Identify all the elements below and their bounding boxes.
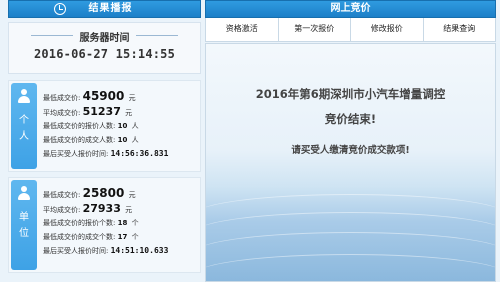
unit-tag: 单位 <box>11 180 37 270</box>
server-time-label: 服务器时间 <box>9 29 200 44</box>
unit-bidders-row: 最低成交价的报价个数: 18 个 <box>43 216 198 230</box>
currency-unit: 元 <box>128 191 136 199</box>
currency-unit: 元 <box>128 94 136 102</box>
announcement-title: 2016年第6期深圳市小汽车增量调控 <box>255 87 446 101</box>
person-icon <box>18 186 30 200</box>
personal-bidders-row: 最低成交价的报价人数: 10 人 <box>43 119 198 133</box>
tab-first-bid[interactable]: 第一次报价 <box>279 18 351 41</box>
count-unit: 人 <box>131 136 139 144</box>
tab-qualification-activation[interactable]: 资格激活 <box>206 18 279 41</box>
unit-lowest-price-row: 最低成交价: 25800 元 <box>43 184 198 202</box>
personal-avg-price-row: 平均成交价: 51237 元 <box>43 105 198 119</box>
personal-tag-text: 个人 <box>19 115 29 142</box>
currency-unit: 元 <box>125 206 133 214</box>
personal-tag-label: 个人 <box>11 113 37 145</box>
personal-deals-row: 最低成交价的成交人数: 10 人 <box>43 133 198 147</box>
count-unit: 个 <box>131 219 139 227</box>
bidders-value: 18 <box>117 219 128 227</box>
personal-lowest-price-row: 最低成交价: 45900 元 <box>43 87 198 105</box>
count-unit: 个 <box>131 233 139 241</box>
deals-label: 最低成交价的成交个数: <box>43 233 116 241</box>
deals-value: 10 <box>117 136 128 144</box>
person-icon <box>18 89 30 103</box>
result-broadcast-title: 结果播报 <box>88 3 133 14</box>
lowest-price-value: 25800 <box>82 186 125 200</box>
deals-value: 17 <box>117 233 128 241</box>
announcement-subtitle: 竞价结束! <box>324 112 377 126</box>
last-bid-time-label: 最后买受人报价时间: <box>43 247 109 255</box>
result-broadcast-header: 结果播报 <box>8 0 201 18</box>
server-time-value: 2016-06-27 15:14:55 <box>33 47 176 61</box>
bidding-tabs: 资格激活 第一次报价 修改报价 结果查询 <box>205 18 496 42</box>
result-broadcast-panel: 结果播报 服务器时间 2016-06-27 15:14:55 个人 最低成交价:… <box>8 0 201 282</box>
online-bidding-panel: 网上竞价 资格激活 第一次报价 修改报价 结果查询 2016年第6期深圳市小汽车… <box>205 0 496 282</box>
unit-avg-price-row: 平均成交价: 27933 元 <box>43 202 198 216</box>
personal-last-bid-row: 最后买受人报价时间: 14:56:36.831 <box>43 147 198 161</box>
online-bidding-header: 网上竞价 <box>205 0 496 18</box>
unit-results-block: 单位 最低成交价: 25800 元 平均成交价: 27933 元 最低成交价的报… <box>8 177 201 273</box>
clock-icon <box>54 3 66 15</box>
lowest-price-label: 最低成交价: <box>43 191 81 199</box>
count-unit: 人 <box>131 122 139 130</box>
tab-modify-bid[interactable]: 修改报价 <box>351 18 424 41</box>
bidders-label: 最低成交价的报价个数: <box>43 219 116 227</box>
unit-tag-label: 单位 <box>11 210 37 242</box>
personal-results-block: 个人 最低成交价: 45900 元 平均成交价: 51237 元 最低成交价的报… <box>8 80 201 172</box>
unit-last-bid-row: 最后买受人报价时间: 14:51:10.633 <box>43 244 198 258</box>
bidders-label: 最低成交价的报价人数: <box>43 122 116 130</box>
wave-decoration <box>206 254 495 281</box>
currency-unit: 元 <box>125 109 133 117</box>
last-bid-time-label: 最后买受人报价时间: <box>43 150 109 158</box>
personal-tag: 个人 <box>11 83 37 169</box>
announcement-area: 2016年第6期深圳市小汽车增量调控 竞价结束! 请买受人缴清竞价成交款项! <box>205 43 496 282</box>
avg-price-label: 平均成交价: <box>43 206 81 214</box>
unit-tag-text: 单位 <box>19 212 29 239</box>
tab-result-query[interactable]: 结果查询 <box>424 18 496 41</box>
announcement-note: 请买受人缴清竞价成交款项! <box>291 145 410 156</box>
lowest-price-value: 45900 <box>82 89 125 103</box>
last-bid-time-value: 14:56:36.831 <box>110 149 169 158</box>
lowest-price-label: 最低成交价: <box>43 94 81 102</box>
avg-price-label: 平均成交价: <box>43 109 81 117</box>
server-time-box: 服务器时间 2016-06-27 15:14:55 <box>8 22 201 74</box>
bidders-value: 10 <box>117 122 128 130</box>
avg-price-value: 51237 <box>82 105 121 118</box>
online-bidding-title: 网上竞价 <box>330 3 371 14</box>
deals-label: 最低成交价的成交人数: <box>43 136 116 144</box>
avg-price-value: 27933 <box>82 202 121 215</box>
last-bid-time-value: 14:51:10.633 <box>110 246 169 255</box>
unit-deals-row: 最低成交价的成交个数: 17 个 <box>43 230 198 244</box>
